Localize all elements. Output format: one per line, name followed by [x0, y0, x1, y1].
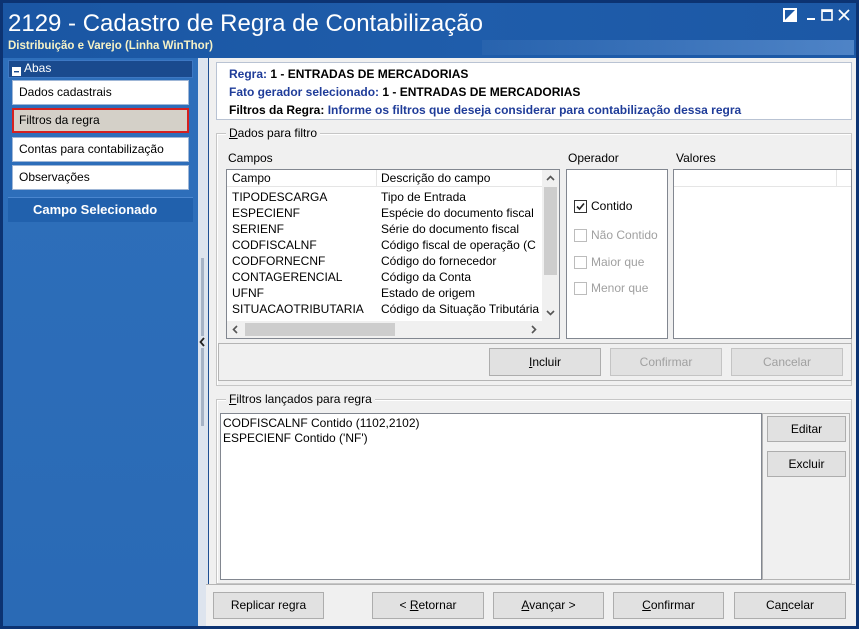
cell-descricao: Estado de origem	[381, 286, 476, 300]
table-row[interactable]: CONTAGERENCIAL Código da Conta	[227, 269, 542, 285]
cell-descricao: Tipo de Entrada	[381, 190, 466, 204]
cell-descricao: Espécie do documento fiscal	[381, 206, 534, 220]
checkbox-contido-label[interactable]: Contido	[591, 199, 632, 214]
fields-label: Campos	[228, 151, 273, 165]
checkbox-maior-que	[574, 256, 587, 269]
sidebar-item-observacoes[interactable]: Observações	[12, 165, 189, 190]
cell-campo: ESPECIENF	[232, 206, 301, 220]
table-row[interactable]: UFNF Estado de origem	[227, 285, 542, 301]
chevron-left-icon[interactable]	[227, 321, 244, 338]
collapse-icon[interactable]	[12, 65, 21, 76]
list-item[interactable]: CODFISCALNF Contido (1102,2102)	[223, 416, 759, 431]
values-list-header	[674, 170, 851, 187]
scrollbar-corner	[542, 321, 559, 338]
confirm-button[interactable]: Confirmar	[613, 592, 724, 619]
rule-value: 1 - ENTRADAS DE MERCADORIAS	[270, 67, 469, 81]
chevron-down-icon[interactable]	[542, 304, 559, 321]
checkmark-icon	[576, 202, 585, 211]
minimize-icon[interactable]	[804, 8, 818, 22]
app-window: 2129 - Cadastro de Regra de Contabilizaç…	[0, 0, 859, 629]
window-title: 2129 - Cadastro de Regra de Contabilizaç…	[8, 10, 483, 37]
chevron-right-icon[interactable]	[525, 321, 542, 338]
table-row[interactable]: SERIENF Série do documento fiscal	[227, 221, 542, 237]
replicate-rule-button[interactable]: Replicar regra	[213, 592, 324, 619]
sidebar-item-dados-cadastrais[interactable]: Dados cadastrais	[12, 80, 189, 105]
trigger-value: 1 - ENTRADAS DE MERCADORIAS	[382, 85, 581, 99]
column-divider[interactable]	[376, 170, 377, 187]
next-button[interactable]: Avançar >	[493, 592, 604, 619]
table-row[interactable]: ESPECIENF Espécie do documento fiscal	[227, 205, 542, 221]
table-row[interactable]: TIPODESCARGA Tipo de Entrada	[227, 189, 542, 205]
trigger-label: Fato gerador selecionado:	[229, 85, 380, 99]
fields-listview[interactable]: Campo Descrição do campo TIPODESCARGA Ti…	[226, 169, 560, 339]
horizontal-scrollbar[interactable]	[227, 321, 542, 338]
applied-filters-list[interactable]: CODFISCALNF Contido (1102,2102) ESPECIEN…	[220, 413, 762, 580]
column-header-descricao[interactable]: Descrição do campo	[381, 170, 490, 186]
checkbox-maior-que-label: Maior que	[591, 255, 645, 269]
cancel-button[interactable]: Cancelar	[734, 592, 846, 619]
back-button[interactable]: < Retornar	[372, 592, 484, 619]
values-label: Valores	[676, 151, 716, 165]
rule-line: Regra: 1 - ENTRADAS DE MERCADORIAS	[229, 66, 468, 83]
vertical-scrollbar[interactable]	[542, 170, 559, 321]
listview-header: Campo Descrição do campo	[227, 170, 542, 187]
checkbox-menor-que-label: Menor que	[591, 281, 649, 295]
cell-campo: CONTAGERENCIAL	[232, 270, 343, 284]
cell-descricao: Código do fornecedor	[381, 254, 497, 268]
checkbox-menor-que	[574, 282, 587, 295]
values-list[interactable]	[673, 169, 852, 339]
cancel-filter-button: Cancelar	[731, 348, 843, 376]
tile-window-icon[interactable]	[783, 8, 797, 22]
horizontal-scroll-thumb[interactable]	[245, 323, 395, 336]
delete-button[interactable]: Excluir	[767, 451, 846, 477]
cell-descricao: Código fiscal de operação (C	[381, 238, 536, 252]
window-subtitle: Distribuição e Varejo (Linha WinThor)	[8, 40, 214, 52]
operator-label: Operador	[568, 151, 619, 165]
cell-campo: UFNF	[232, 286, 264, 300]
rule-label: Regra:	[229, 67, 268, 81]
sidebar-item-filtros-da-regra[interactable]: Filtros da regra	[12, 108, 189, 133]
cell-campo: CODFISCALNF	[232, 238, 317, 252]
checkbox-nao-contido-label: Não Contido	[591, 228, 658, 242]
cell-descricao: Código da Conta	[381, 270, 472, 284]
cell-descricao: Série do documento fiscal	[381, 222, 520, 236]
chevron-up-icon[interactable]	[542, 170, 559, 187]
edit-button[interactable]: Editar	[767, 416, 846, 442]
sidebar-item-contas-contabilizacao[interactable]: Contas para contabilização	[12, 137, 189, 162]
cell-campo: CODFORNECNF	[232, 254, 326, 268]
rule-filters-label: Filtros da Regra:	[229, 103, 325, 117]
include-button[interactable]: Incluir	[489, 348, 601, 376]
cell-descricao: Código da Situação Tributária	[381, 302, 540, 316]
rule-filters-line: Filtros da Regra: Informe os filtros que…	[229, 102, 741, 119]
checkbox-contido[interactable]	[574, 200, 587, 213]
rule-filters-hint: Informe os filtros que deseja considerar…	[327, 103, 742, 117]
tabs-header-label: Abas	[24, 61, 52, 75]
chevron-left-icon[interactable]	[198, 336, 207, 348]
operator-box: Contido Não Contido Maior que Menor que	[566, 169, 668, 339]
confirm-filter-button: Confirmar	[610, 348, 722, 376]
close-icon[interactable]	[837, 8, 851, 22]
checkbox-nao-contido	[574, 229, 587, 242]
column-divider[interactable]	[836, 170, 837, 187]
column-header-campo[interactable]: Campo	[232, 170, 271, 186]
table-row[interactable]: SITUACAOTRIBUTARIA Código da Situação Tr…	[227, 301, 542, 317]
table-row[interactable]: CODFORNECNF Código do fornecedor	[227, 253, 542, 269]
vertical-scroll-thumb[interactable]	[544, 187, 557, 275]
cell-campo: SITUACAOTRIBUTARIA	[232, 302, 364, 316]
selected-field-section[interactable]: Campo Selecionado	[8, 197, 193, 222]
filter-data-group-title: Dados para filtro	[226, 126, 321, 140]
applied-filters-group-title: Filtros lançados para regra	[226, 392, 375, 406]
table-row[interactable]: CODFISCALNF Código fiscal de operação (C	[227, 237, 542, 253]
maximize-icon[interactable]	[820, 8, 834, 22]
list-item[interactable]: ESPECIENF Contido ('NF')	[223, 431, 759, 446]
title-bar-decoration	[482, 40, 854, 55]
cell-campo: TIPODESCARGA	[232, 190, 328, 204]
cell-campo: SERIENF	[232, 222, 285, 236]
trigger-line: Fato gerador selecionado: 1 - ENTRADAS D…	[229, 84, 580, 101]
